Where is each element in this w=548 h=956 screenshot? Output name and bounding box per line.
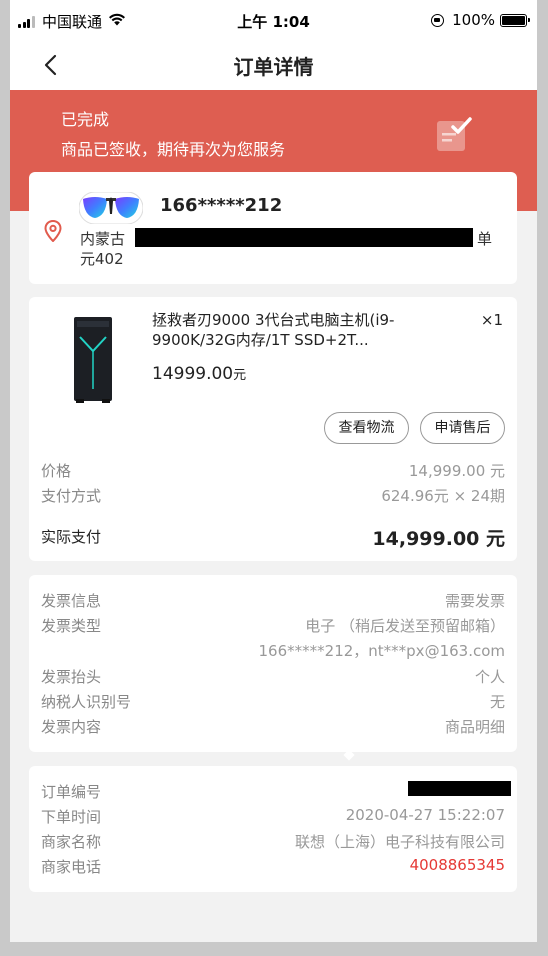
address-card[interactable]: 166*****212 内蒙古 单 元402 [29, 172, 517, 284]
merchant-phone-row: 商家电话 4008865345 [41, 856, 505, 878]
redacted-address [135, 228, 473, 247]
battery-fill [502, 15, 525, 25]
invoice-title-label: 发票抬头 [41, 668, 102, 686]
invoice-title-row: 发票抬头 个人 [41, 666, 505, 688]
taxpayer-id-row: 纳税人识别号 无 [41, 691, 505, 713]
location-pin-icon [44, 220, 62, 242]
merchant-name-value: 联想（上海）电子科技有限公司 [294, 833, 505, 851]
merchant-name-row: 商家名称 联想（上海）电子科技有限公司 [41, 831, 505, 853]
invoice-info-row: 发票信息 需要发票 [41, 590, 505, 612]
order-check-icon [437, 117, 472, 151]
nav-bar: 订单详情 [10, 40, 537, 90]
battery-percent: 100% [452, 11, 495, 29]
total-paid-label: 实际支付 [41, 528, 102, 546]
battery-icon [500, 13, 530, 27]
invoice-info-label: 发票信息 [41, 592, 102, 610]
recipient-phone: 166*****212 [160, 195, 283, 216]
order-info-card: 订单编号 下单时间 2020-04-27 15:22:07 商家名称 联想（上海… [29, 766, 517, 892]
address-line-2: 元402 [80, 250, 124, 268]
order-number-label: 订单编号 [41, 783, 102, 801]
order-time-value: 2020-04-27 15:22:07 [345, 806, 505, 824]
order-status-text: 已完成 [61, 110, 110, 129]
taxpayer-id-label: 纳税人识别号 [41, 693, 132, 711]
merchant-name-label: 商家名称 [41, 833, 102, 851]
address-line-1-suffix: 单 [477, 230, 493, 248]
invoice-content-row: 发票内容 商品明细 [41, 716, 505, 738]
product-quantity: ×1 [480, 311, 503, 329]
invoice-contact-row: 166*****212，nt***px@163.com [41, 640, 505, 662]
payment-method-row: 支付方式 624.96元 × 24期 [41, 485, 505, 507]
request-aftersale-button[interactable]: 申请售后 [420, 412, 505, 444]
total-paid-value: 14,999.00 元 [372, 528, 505, 550]
payment-method-value: 624.96元 × 24期 [381, 487, 505, 505]
total-paid-row: 实际支付 14,999.00 元 [41, 526, 505, 550]
invoice-type-row: 发票类型 电子 （稍后发送至预留邮箱） [41, 615, 505, 637]
invoice-title-value: 个人 [474, 668, 505, 686]
merchant-phone-link[interactable]: 4008865345 [410, 856, 505, 874]
invoice-content-value: 商品明细 [444, 718, 505, 736]
price-value: 14,999.00 元 [408, 462, 505, 480]
product-card: 拯救者刃9000 3代台式电脑主机(i9-9900K/32G内存/1T SSD+… [29, 297, 517, 561]
merchant-phone-label: 商家电话 [41, 858, 102, 876]
orientation-lock-icon [431, 13, 445, 27]
price-row: 价格 14,999.00 元 [41, 460, 505, 482]
redacted-order-number [408, 781, 511, 796]
taxpayer-id-value: 无 [489, 693, 505, 711]
payment-method-label: 支付方式 [41, 487, 102, 505]
invoice-contact-value: 166*****212，nt***px@163.com [258, 642, 505, 660]
product-name[interactable]: 拯救者刃9000 3代台式电脑主机(i9-9900K/32G内存/1T SSD+… [152, 310, 452, 350]
price-label: 价格 [41, 462, 72, 480]
invoice-caret [343, 749, 355, 761]
status-right: 100% [431, 11, 530, 29]
invoice-type-value: 电子 （稍后发送至预留邮箱） [305, 617, 505, 635]
avatar [79, 192, 143, 224]
product-price: 14999.00元 [152, 364, 246, 384]
phone-screen: 中国联通 上午 1:04 100% 订单详情 已完成 商品已签收，期待再次为您服… [10, 0, 537, 942]
invoice-info-value: 需要发票 [444, 592, 505, 610]
order-status-message: 商品已签收，期待再次为您服务 [61, 140, 286, 159]
product-price-value: 14999.00 [152, 364, 234, 384]
view-logistics-button[interactable]: 查看物流 [324, 412, 409, 444]
product-price-unit: 元 [233, 368, 247, 383]
invoice-content-label: 发票内容 [41, 718, 102, 736]
invoice-card: 发票信息 需要发票 发票类型 电子 （稍后发送至预留邮箱） 166*****21… [29, 575, 517, 761]
order-time-row: 下单时间 2020-04-27 15:22:07 [41, 806, 505, 828]
page-title: 订单详情 [233, 55, 314, 79]
product-image[interactable] [72, 317, 114, 403]
invoice-type-label: 发票类型 [41, 617, 102, 635]
order-time-label: 下单时间 [41, 808, 102, 826]
status-bar: 中国联通 上午 1:04 100% [10, 0, 537, 40]
